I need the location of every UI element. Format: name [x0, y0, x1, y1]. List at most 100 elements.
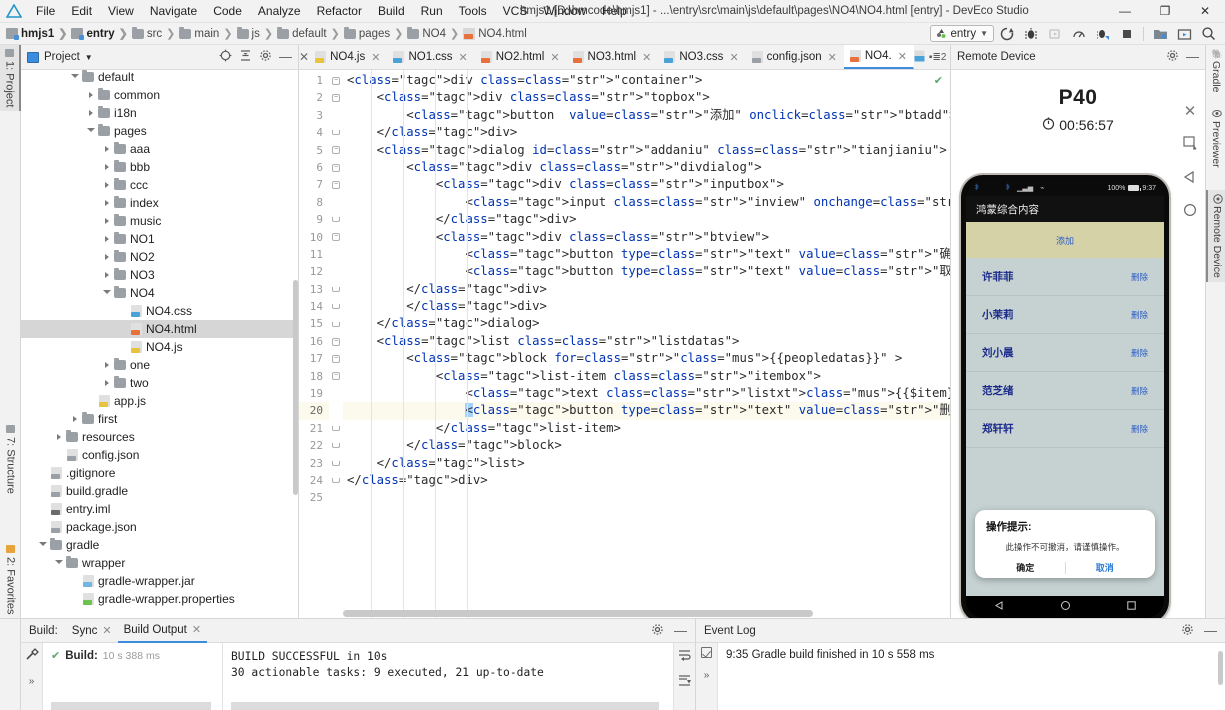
minimize-button[interactable]: — [1105, 0, 1145, 23]
chevron-down-icon[interactable] [37, 536, 49, 554]
close-icon[interactable]: ✕ [828, 51, 837, 64]
device-screen[interactable]: ▁▃▅ ⌁ 100% 9:37 鸿蒙综合内容 添加 许菲菲 删除 小茉莉 删除 … [966, 180, 1164, 618]
run-icon[interactable] [996, 24, 1018, 44]
mark-read-icon[interactable] [701, 647, 712, 658]
tree-expander[interactable] [117, 302, 129, 320]
fold-marker[interactable] [329, 385, 343, 402]
scroll-to-end-icon[interactable] [678, 674, 691, 689]
fold-marker[interactable]: − [329, 333, 343, 350]
editor-tab-no4-[interactable]: NO4. ✕ [843, 45, 914, 69]
tree-expander[interactable] [69, 572, 81, 590]
locate-icon[interactable] [219, 49, 232, 65]
menu-item-analyze[interactable]: Analyze [250, 2, 309, 20]
tree-node-package-json[interactable]: package.json [21, 518, 298, 536]
phone-nav-bar[interactable] [966, 596, 1164, 618]
close-icon[interactable]: ✕ [371, 51, 380, 64]
delete-button[interactable]: 删除 [1131, 309, 1148, 321]
close-icon[interactable]: ✕ [642, 51, 651, 64]
tree-node--gitignore[interactable]: .gitignore [21, 464, 298, 482]
fold-marker[interactable] [329, 402, 343, 419]
menu-item-refactor[interactable]: Refactor [309, 2, 370, 20]
chevron-right-icon[interactable] [101, 212, 113, 230]
sidebar-item-project[interactable]: 1: Project [0, 45, 21, 112]
back-nav-icon[interactable] [994, 600, 1005, 614]
menu-item-run[interactable]: Run [413, 2, 451, 20]
attach-debugger-icon[interactable] [1044, 24, 1066, 44]
tree-node-wrapper[interactable]: wrapper [21, 554, 298, 572]
debug-icon[interactable] [1020, 24, 1042, 44]
chevron-right-icon[interactable] [101, 176, 113, 194]
menu-item-code[interactable]: Code [205, 2, 250, 20]
settings-icon[interactable] [1181, 623, 1194, 639]
chevron-down-icon[interactable] [85, 122, 97, 140]
sidebar-item-structure[interactable]: 7: Structure [0, 421, 21, 498]
project-tree[interactable]: default common i18n pages aaa bbb ccc index musi… [21, 70, 298, 618]
sidebar-item-gradle[interactable]: 🐘 Gradle [1206, 45, 1225, 97]
menu-item-tools[interactable]: Tools [451, 2, 495, 20]
close-icon[interactable]: ✕ [550, 51, 559, 64]
previewer-icon[interactable] [1173, 24, 1195, 44]
phone-list-item[interactable]: 小茉莉 删除 [966, 296, 1164, 334]
chevron-down-icon[interactable] [69, 70, 81, 86]
fold-marker[interactable]: − [329, 229, 343, 246]
breadcrumb-item-no4[interactable]: NO4 ❯ [407, 26, 463, 40]
fold-marker[interactable] [329, 420, 343, 437]
run-configuration-selector[interactable]: entry ▼ [929, 25, 994, 42]
build-result-tree[interactable]: ✔ Build: 10 s 388 ms [43, 643, 223, 710]
menu-item-file[interactable]: File [28, 2, 63, 20]
chevron-right-icon[interactable] [101, 266, 113, 284]
soft-wrap-icon[interactable] [678, 649, 691, 664]
menu-item-build[interactable]: Build [370, 2, 413, 20]
tab-overflow-icon[interactable]: ▪≣2 [929, 52, 947, 63]
fold-marker[interactable] [329, 437, 343, 454]
tree-node-one[interactable]: one [21, 356, 298, 374]
tree-node-bbb[interactable]: bbb [21, 158, 298, 176]
tree-expander[interactable] [117, 338, 129, 356]
build-status-row[interactable]: ✔ Build: 10 s 388 ms [51, 649, 222, 663]
chevron-right-icon[interactable] [69, 410, 81, 428]
close-icon[interactable]: ✕ [459, 51, 468, 64]
fold-marker[interactable] [329, 263, 343, 280]
settings-icon[interactable] [651, 623, 664, 639]
menu-item-vcs[interactable]: VCS [495, 2, 536, 20]
back-icon[interactable] [1183, 170, 1197, 187]
dialog-confirm-button[interactable]: 确定 [986, 561, 1065, 574]
breadcrumb-item-js[interactable]: js ❯ [236, 26, 278, 40]
close-icon[interactable]: ✕ [102, 624, 111, 637]
breadcrumb-item-src[interactable]: src ❯ [131, 26, 180, 40]
menu-item-window[interactable]: Window [535, 2, 594, 20]
chevron-right-icon[interactable] [85, 86, 97, 104]
tree-node-no2[interactable]: NO2 [21, 248, 298, 266]
tree-node-no4-html[interactable]: NO4.html [21, 320, 298, 338]
phone-add-button[interactable]: 添加 [966, 222, 1164, 258]
chevron-right-icon[interactable] [101, 230, 113, 248]
home-nav-icon[interactable] [1060, 600, 1071, 614]
build-tree-hscrollbar[interactable] [51, 702, 211, 710]
fold-marker[interactable] [329, 107, 343, 124]
fold-marker[interactable] [329, 194, 343, 211]
tree-expander[interactable] [69, 590, 81, 608]
fold-marker[interactable] [329, 281, 343, 298]
tab-build-output[interactable]: Build Output ✕ [117, 619, 208, 643]
close-icon[interactable]: ✕ [1184, 102, 1197, 120]
tree-node-common[interactable]: common [21, 86, 298, 104]
editor-tab-no3-css[interactable]: NO3.css ✕ [658, 45, 745, 69]
close-icon[interactable]: ✕ [898, 50, 907, 63]
tree-node-index[interactable]: index [21, 194, 298, 212]
menu-item-navigate[interactable]: Navigate [142, 2, 205, 20]
stop-icon[interactable] [1116, 24, 1138, 44]
fold-marker[interactable]: − [329, 159, 343, 176]
fold-marker[interactable]: − [329, 368, 343, 385]
menu-item-edit[interactable]: Edit [63, 2, 100, 20]
fold-marker[interactable]: − [329, 89, 343, 106]
editor-tab-no3-html[interactable]: NO3.html ✕ [567, 45, 659, 69]
source-code[interactable]: <class="tagc">div class=class="str">"con… [343, 70, 950, 618]
hide-panel-icon[interactable]: — [279, 50, 292, 63]
menu-bar[interactable]: File Edit View Navigate Code Analyze Ref… [28, 2, 635, 20]
breadcrumb-item-hmjs1[interactable]: hmjs1 ❯ [6, 27, 71, 40]
device-manager-icon[interactable] [1149, 24, 1171, 44]
code-editor[interactable]: 1 2 3 4 5 6 7 8 9 10 11 12 13 14 15 16 17 18 19 20 21 22 23 24 2… [299, 70, 950, 618]
editor-horizontal-scrollbar[interactable] [343, 610, 948, 617]
close-button[interactable]: ✕ [1185, 0, 1225, 23]
fold-marker[interactable] [329, 472, 343, 489]
